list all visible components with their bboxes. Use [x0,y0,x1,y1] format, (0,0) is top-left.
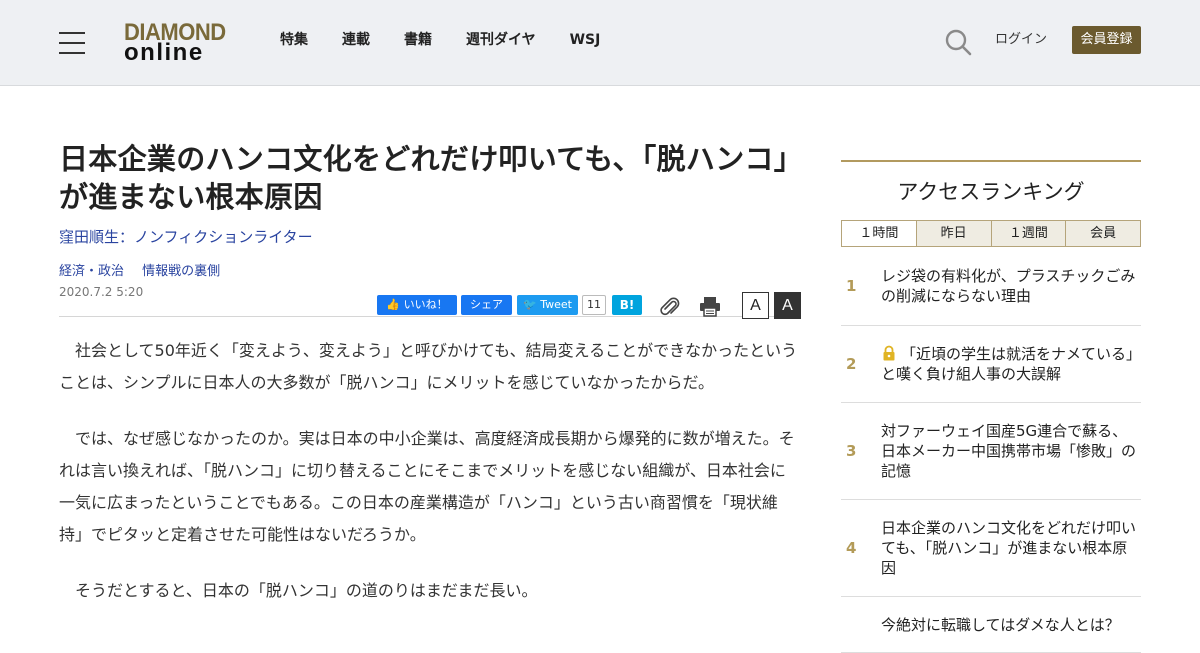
tag-link-series[interactable]: 情報戦の裏側 [142,264,220,279]
site-logo[interactable]: DIAMOND online [124,19,228,66]
print-icon[interactable] [699,295,721,317]
lock-icon [883,345,895,361]
nav-item-weekly-diamond[interactable]: 週刊ダイヤ [466,30,536,50]
login-link[interactable]: ログイン [995,31,1047,49]
hatena-bookmark-button[interactable]: B! [612,295,642,315]
tweet-count: 11 [582,295,606,315]
register-button[interactable]: 会員登録 [1072,26,1141,54]
logo-bottom: online [124,39,204,66]
search-icon[interactable] [944,28,972,56]
ranking-number: 4 [846,539,857,557]
article-body: 社会として50年近く「変えよう、変えよう」と呼びかけても、結局変えることができな… [59,335,801,607]
ranking-tabs: １時間 昨日 １週間 会員 [841,220,1141,247]
ranking-headline: レジ袋の有料化が、プラスチックごみの削減にならない理由 [881,267,1136,305]
ranking-number: 2 [846,355,857,373]
ranking-title: アクセスランキング [897,180,1085,204]
ranking-item[interactable]: 5 今絶対に転職してはダメな人とは？ [841,597,1141,653]
access-ranking: アクセスランキング １時間 昨日 １週間 会員 1 レジ袋の有料化が、プラスチッ… [841,160,1141,653]
facebook-share-button[interactable]: シェア [461,295,512,315]
ranking-item[interactable]: 4 日本企業のハンコ文化をどれだけ叩いても、「脱ハンコ」が進まない根本原因 [841,500,1141,597]
ranking-number: 3 [846,442,857,460]
tab-yesterday[interactable]: 昨日 [916,221,992,246]
nav-item-tokushu[interactable]: 特集 [280,30,308,50]
tag-link-economy[interactable]: 経済・政治 [59,264,124,279]
author-link[interactable]: 窪田順生：ノンフィクションライター [59,226,801,248]
ranking-headline: 対ファーウェイ国産5G連合で蘇る、日本メーカー中国携帯市場「惨敗」の記憶 [881,422,1137,480]
ranking-headline: 日本企業のハンコ文化をどれだけ叩いても、「脱ハンコ」が進まない根本原因 [881,519,1137,577]
font-size-small-button[interactable]: A [742,292,769,319]
article-title: 日本企業のハンコ文化をどれだけ叩いても、「脱ハンコ」が進まない根本原因 [59,142,789,214]
ranking-headline: 「近頃の学生は就活をナメている」と嘆く負け組人事の大誤解 [881,345,1142,383]
main-nav: 特集 連載 書籍 週刊ダイヤ WSJ [280,30,634,50]
nav-item-shoseki[interactable]: 書籍 [404,30,432,50]
article-tags: 経済・政治 情報戦の裏側 [59,263,801,281]
paragraph: そうだとすると、日本の「脱ハンコ」の道のりはまだまだ長い。 [75,581,538,600]
publish-date: 2020.7.2 5:20 [59,285,144,299]
thumbs-up-icon: 👍 [386,298,401,311]
paragraph: では、なぜ感じなかったのか。実は日本の中小企業は、高度経済成長期から爆発的に数が… [59,429,795,544]
nav-item-wsj[interactable]: WSJ [570,30,601,50]
tab-1-week[interactable]: １週間 [991,221,1067,246]
tweet-label: Tweet [540,298,572,311]
ranking-headline-wrap: 「近頃の学生は就活をナメている」と嘆く負け組人事の大誤解 [881,344,1141,384]
site-header: DIAMOND online 特集 連載 書籍 週刊ダイヤ WSJ ログイン 会… [0,0,1200,86]
ranking-headline: 今絶対に転職してはダメな人とは？ [881,616,1120,634]
ranking-item[interactable]: 3 対ファーウェイ国産5G連合で蘇る、日本メーカー中国携帯市場「惨敗」の記憶 [841,403,1141,500]
clip-icon[interactable] [659,295,681,317]
tab-members[interactable]: 会員 [1066,221,1140,246]
facebook-like-button[interactable]: 👍 いいね！ [377,295,457,315]
article: 日本企業のハンコ文化をどれだけ叩いても、「脱ハンコ」が進まない根本原因 窪田順生… [59,140,801,631]
article-meta: 2020.7.2 5:20 👍 いいね！ シェア 🐦 Tweet 11 B! A… [59,283,801,319]
menu-icon[interactable] [59,32,85,54]
font-size-large-button[interactable]: A [774,292,801,319]
nav-item-rensai[interactable]: 連載 [342,30,370,50]
facebook-like-label: いいね！ [403,298,448,311]
twitter-bird-icon: 🐦 [523,298,537,311]
ranking-item[interactable]: 2 「近頃の学生は就活をナメている」と嘆く負け組人事の大誤解 [841,326,1141,403]
paragraph: 社会として50年近く「変えよう、変えよう」と呼びかけても、結局変えることができな… [59,341,798,392]
tab-1-hour[interactable]: １時間 [842,221,917,246]
ranking-number: 1 [846,277,857,295]
ranking-item[interactable]: 1 レジ袋の有料化が、プラスチックごみの削減にならない理由 [841,247,1141,326]
tweet-button[interactable]: 🐦 Tweet [517,295,578,315]
